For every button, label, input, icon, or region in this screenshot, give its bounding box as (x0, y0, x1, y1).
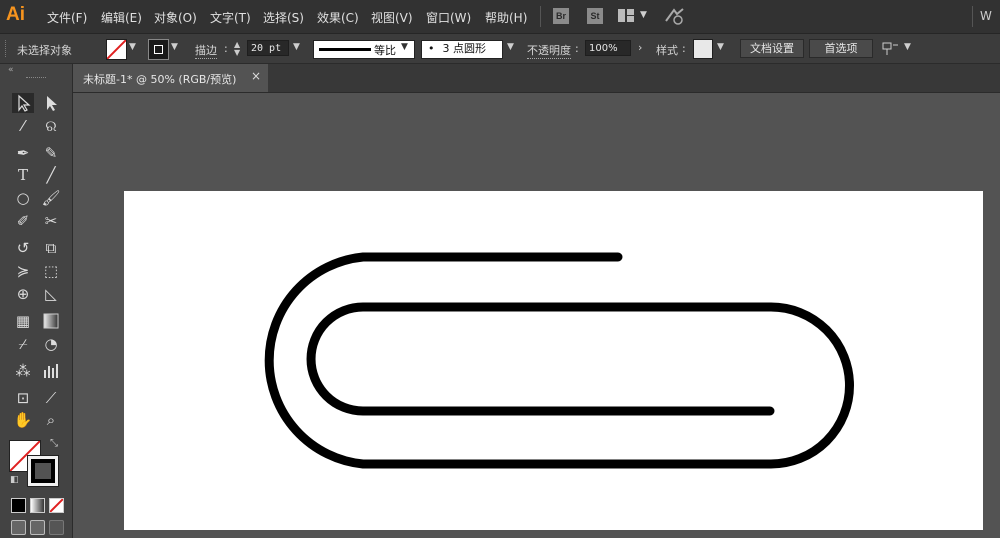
control-bar: 未选择对象 ▼ ▼ 描边 : ▲ ▼ 20 pt ▼ 等比 ▼ • 3 点圆形 ▼ … (0, 34, 1000, 64)
artboard-tool-icon[interactable]: ⊡ (12, 388, 34, 408)
arrange-documents-icon[interactable] (618, 9, 634, 22)
pen-tool-icon[interactable]: ✒ (12, 143, 34, 163)
close-icon[interactable]: × (251, 69, 261, 83)
document-tab-title: 未标题-1* @ 50% (RGB/预览) (83, 73, 237, 86)
menu-object[interactable]: 对象(O) (154, 9, 197, 26)
menu-effect[interactable]: 效果(C) (317, 9, 359, 26)
draw-behind-icon[interactable] (30, 520, 45, 535)
draw-inside-icon[interactable] (49, 520, 64, 535)
stroke-weight-stepper[interactable]: ▲ ▼ (234, 41, 240, 57)
artboard[interactable] (124, 191, 983, 530)
direct-selection-tool-icon[interactable] (40, 93, 62, 113)
scale-tool-icon[interactable]: ⧉ (40, 238, 62, 258)
hand-tool-icon[interactable]: ✋ (12, 410, 34, 430)
type-tool-icon[interactable]: T (12, 165, 34, 185)
panel-options-icon[interactable] (882, 41, 900, 60)
label-colon: : (224, 42, 228, 55)
perspective-grid-tool-icon[interactable]: ◺ (40, 284, 62, 304)
collapse-panel-icon[interactable]: « (8, 65, 14, 75)
shape-builder-tool-icon[interactable]: ⊕ (12, 284, 34, 304)
chevron-down-icon[interactable]: ▼ (293, 42, 300, 52)
gradient-tool-icon[interactable] (40, 311, 62, 331)
menu-view[interactable]: 视图(V) (371, 9, 413, 26)
chevron-down-icon[interactable]: ▼ (640, 10, 647, 20)
ellipse-tool-icon[interactable]: ○ (12, 188, 34, 208)
grip-handle[interactable] (26, 77, 46, 80)
shaper-tool-icon[interactable]: ✐ (12, 211, 34, 231)
style-label: 样式 (656, 44, 678, 57)
fill-swatch[interactable] (106, 39, 127, 60)
paperclip-artwork[interactable] (124, 191, 983, 530)
column-graph-tool-icon[interactable] (40, 361, 62, 381)
symbol-sprayer-tool-icon[interactable]: ⁂ (12, 361, 34, 381)
selection-status: 未选择对象 (17, 44, 72, 57)
none-mode-icon[interactable] (49, 498, 64, 513)
menu-select[interactable]: 选择(S) (263, 9, 304, 26)
slice-tool-icon[interactable]: ⟋ (40, 388, 62, 408)
rotate-tool-icon[interactable]: ↺ (12, 238, 34, 258)
zoom-tool-icon[interactable]: ⌕ (40, 410, 62, 430)
stroke-swatch[interactable] (148, 39, 169, 60)
chevron-down-icon[interactable]: ▼ (401, 42, 408, 52)
bridge-button[interactable]: Br (553, 8, 569, 24)
paintbrush-tool-icon[interactable]: 🖌 (40, 188, 62, 208)
line-segment-tool-icon[interactable]: ╱ (40, 165, 62, 185)
mesh-tool-icon[interactable]: ▦ (12, 311, 34, 331)
color-mode-icon[interactable] (11, 498, 26, 513)
menu-help[interactable]: 帮助(H) (485, 9, 527, 26)
selection-tool-icon[interactable] (12, 93, 34, 113)
draw-normal-icon[interactable] (11, 520, 26, 535)
workspace-switcher[interactable]: W (980, 9, 992, 23)
tools-panel: « ⁄ ର ✒ ✎ T ╱ ○ 🖌 ✐ ✂ ↺ ⧉ ≽ ⬚ ⊕ ◺ ▦ ⌿ ◔ … (0, 64, 73, 538)
brush-definition[interactable]: • 3 点圆形 (421, 40, 503, 59)
width-tool-icon[interactable]: ≽ (12, 261, 34, 281)
opacity-input[interactable]: 100% (585, 40, 631, 56)
chevron-down-icon[interactable]: ▼ (904, 42, 911, 52)
eyedropper-tool-icon[interactable]: ⌿ (12, 334, 34, 354)
menu-type[interactable]: 文字(T) (210, 9, 251, 26)
chevron-right-icon[interactable]: › (638, 41, 642, 54)
document-tab[interactable]: 未标题-1* @ 50% (RGB/预览) × (73, 64, 268, 92)
document-tab-bar: 未标题-1* @ 50% (RGB/预览) × (73, 64, 1000, 93)
magic-wand-tool-icon[interactable]: ⁄ (12, 116, 34, 136)
opacity-label[interactable]: 不透明度 (527, 42, 571, 59)
menu-file[interactable]: 文件(F) (47, 9, 87, 26)
lasso-tool-icon[interactable]: ର (40, 116, 62, 136)
document-setup-button[interactable]: 文档设置 (740, 39, 804, 58)
default-fill-stroke-icon[interactable]: ◧ (10, 475, 19, 485)
chevron-down-icon[interactable]: ▼ (129, 42, 136, 52)
stock-button[interactable]: St (587, 8, 603, 24)
chevron-down-icon[interactable]: ▼ (717, 42, 724, 52)
preferences-button[interactable]: 首选项 (809, 39, 873, 58)
label-colon: : (682, 42, 686, 55)
scissors-tool-icon[interactable]: ✂ (40, 211, 62, 231)
menu-edit[interactable]: 编辑(E) (101, 9, 142, 26)
gpu-performance-icon[interactable] (664, 7, 686, 28)
chevron-down-icon[interactable]: ▼ (171, 42, 178, 52)
stroke-label[interactable]: 描边 (195, 42, 217, 59)
stroke-weight-input[interactable]: 20 pt (247, 40, 289, 56)
variable-width-profile[interactable]: 等比 (313, 40, 415, 59)
menu-divider (540, 6, 541, 27)
graphic-style-swatch[interactable] (693, 39, 713, 59)
stroke-color-box[interactable] (27, 455, 59, 487)
chevron-down-icon[interactable]: ▼ (507, 42, 514, 52)
menu-window[interactable]: 窗口(W) (426, 9, 471, 26)
free-transform-tool-icon[interactable]: ⬚ (40, 261, 62, 281)
gradient-mode-icon[interactable] (30, 498, 45, 513)
menu-divider (972, 6, 973, 27)
menu-bar: Ai 文件(F) 编辑(E) 对象(O) 文字(T) 选择(S) 效果(C) 视… (0, 0, 1000, 34)
blend-tool-icon[interactable]: ◔ (40, 334, 62, 354)
label-colon: : (575, 42, 579, 55)
curvature-tool-icon[interactable]: ✎ (40, 143, 62, 163)
app-logo: Ai (6, 4, 25, 25)
grip-handle[interactable] (5, 40, 9, 57)
swap-fill-stroke-icon[interactable]: ⤡ (50, 438, 58, 449)
